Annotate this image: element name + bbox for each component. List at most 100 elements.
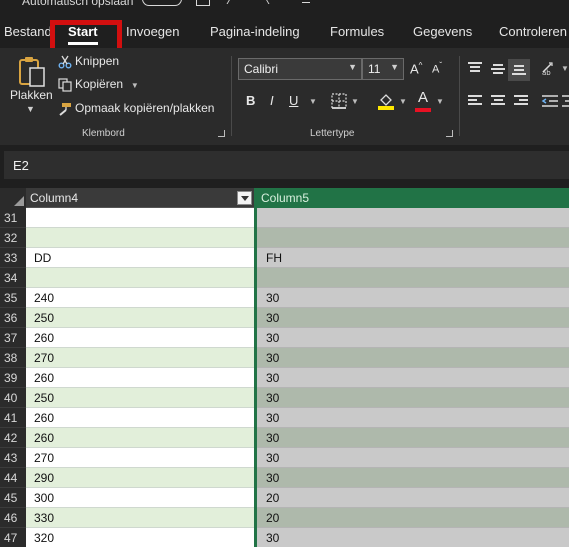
cell-column4[interactable] bbox=[26, 228, 254, 248]
row-number[interactable]: 42 bbox=[0, 428, 26, 448]
cell-column5[interactable] bbox=[257, 228, 569, 248]
row-number[interactable]: 40 bbox=[0, 388, 26, 408]
font-color-button[interactable]: A bbox=[418, 89, 428, 106]
cell-column4[interactable]: 300 bbox=[26, 488, 254, 508]
format-painter-button[interactable]: Opmaak kopiëren/plakken bbox=[58, 101, 214, 116]
clipboard-dialog-launcher-icon[interactable] bbox=[218, 130, 225, 137]
row-number[interactable]: 35 bbox=[0, 288, 26, 308]
table-row[interactable]: 41 260 30 bbox=[0, 408, 569, 428]
underline-button[interactable]: U bbox=[289, 93, 298, 108]
cell-column5[interactable]: 30 bbox=[257, 328, 569, 348]
cell-column4[interactable] bbox=[26, 268, 254, 288]
cell-column5[interactable]: 30 bbox=[257, 308, 569, 328]
autosave-toggle[interactable] bbox=[142, 0, 182, 6]
tab-formules[interactable]: Formules bbox=[330, 24, 384, 39]
table-row[interactable]: 46 330 20 bbox=[0, 508, 569, 528]
column-header-column4[interactable]: Column4 bbox=[26, 188, 254, 208]
table-row[interactable]: 33 DD FH bbox=[0, 248, 569, 268]
fill-color-icon[interactable] bbox=[377, 92, 395, 110]
table-row[interactable]: 31 bbox=[0, 208, 569, 228]
row-number[interactable]: 34 bbox=[0, 268, 26, 288]
table-row[interactable]: 44 290 30 bbox=[0, 468, 569, 488]
tab-controleren[interactable]: Controleren bbox=[499, 24, 567, 39]
redo-icon[interactable] bbox=[261, 0, 279, 4]
row-number[interactable]: 45 bbox=[0, 488, 26, 508]
row-number[interactable]: 46 bbox=[0, 508, 26, 528]
cell-column4[interactable]: 260 bbox=[26, 408, 254, 428]
cell-column4[interactable]: 270 bbox=[26, 448, 254, 468]
row-number[interactable]: 37 bbox=[0, 328, 26, 348]
cell-column4[interactable]: 270 bbox=[26, 348, 254, 368]
fill-color-dropdown-icon[interactable]: ▼ bbox=[399, 97, 407, 106]
row-number[interactable]: 41 bbox=[0, 408, 26, 428]
cell-column4[interactable]: DD bbox=[26, 248, 254, 268]
worksheet-grid[interactable]: Column4 Column5 31 32 33 DD FH 34 35 240 30 36 250… bbox=[0, 188, 569, 547]
cell-column5[interactable]: FH bbox=[257, 248, 569, 268]
copy-dropdown-icon[interactable]: ▼ bbox=[126, 81, 139, 90]
grow-font-button[interactable]: A^ bbox=[410, 61, 422, 76]
save-icon[interactable] bbox=[196, 0, 210, 6]
cell-column4[interactable]: 330 bbox=[26, 508, 254, 528]
borders-icon[interactable] bbox=[331, 93, 347, 109]
cell-column5[interactable]: 30 bbox=[257, 468, 569, 488]
cell-column4[interactable] bbox=[26, 208, 254, 228]
font-name-select[interactable]: Calibri ▼ bbox=[238, 58, 362, 80]
row-number[interactable]: 44 bbox=[0, 468, 26, 488]
table-row[interactable]: 47 320 30 bbox=[0, 528, 569, 547]
row-number[interactable]: 31 bbox=[0, 208, 26, 228]
table-row[interactable]: 34 bbox=[0, 268, 569, 288]
paste-icon[interactable] bbox=[17, 56, 47, 88]
cell-column5[interactable]: 20 bbox=[257, 508, 569, 528]
row-number[interactable]: 33 bbox=[0, 248, 26, 268]
cell-column5[interactable]: 30 bbox=[257, 348, 569, 368]
paste-dropdown-icon[interactable]: ▼ bbox=[26, 104, 35, 114]
customize-toolbar-icon[interactable] bbox=[302, 0, 310, 3]
table-row[interactable]: 37 260 30 bbox=[0, 328, 569, 348]
cell-column5[interactable]: 30 bbox=[257, 428, 569, 448]
table-row[interactable]: 32 bbox=[0, 228, 569, 248]
copy-button[interactable]: Kopiëren ▼ bbox=[58, 77, 139, 92]
cell-column5[interactable]: 30 bbox=[257, 388, 569, 408]
align-top-icon[interactable] bbox=[468, 62, 482, 74]
cut-button[interactable]: Knippen bbox=[58, 54, 119, 69]
cell-column4[interactable]: 260 bbox=[26, 368, 254, 388]
align-bottom-button[interactable] bbox=[508, 59, 530, 81]
cell-column5[interactable]: 30 bbox=[257, 368, 569, 388]
underline-dropdown-icon[interactable]: ▼ bbox=[309, 97, 317, 106]
column-header-column5[interactable]: Column5 bbox=[257, 188, 569, 208]
cell-column5[interactable]: 20 bbox=[257, 488, 569, 508]
select-all-corner[interactable] bbox=[0, 188, 26, 208]
tab-gegevens[interactable]: Gegevens bbox=[413, 24, 472, 39]
cell-column4[interactable]: 260 bbox=[26, 428, 254, 448]
row-number[interactable]: 36 bbox=[0, 308, 26, 328]
paste-button[interactable]: Plakken bbox=[10, 88, 53, 102]
table-row[interactable]: 38 270 30 bbox=[0, 348, 569, 368]
cell-column4[interactable]: 240 bbox=[26, 288, 254, 308]
cell-column4[interactable]: 260 bbox=[26, 328, 254, 348]
bold-button[interactable]: B bbox=[246, 93, 255, 108]
increase-indent-icon[interactable] bbox=[562, 94, 569, 108]
cell-column5[interactable]: 30 bbox=[257, 408, 569, 428]
cell-column5[interactable]: 30 bbox=[257, 448, 569, 468]
cell-column4[interactable]: 250 bbox=[26, 308, 254, 328]
cell-column4[interactable]: 320 bbox=[26, 528, 254, 547]
cell-column4[interactable]: 250 bbox=[26, 388, 254, 408]
align-center-icon[interactable] bbox=[491, 95, 505, 107]
tab-bestand[interactable]: Bestand bbox=[4, 24, 52, 39]
table-row[interactable]: 40 250 30 bbox=[0, 388, 569, 408]
table-row[interactable]: 45 300 20 bbox=[0, 488, 569, 508]
decrease-indent-icon[interactable] bbox=[541, 94, 559, 108]
table-row[interactable]: 35 240 30 bbox=[0, 288, 569, 308]
table-row[interactable]: 39 260 30 bbox=[0, 368, 569, 388]
cell-column5[interactable]: 30 bbox=[257, 288, 569, 308]
filter-dropdown-icon[interactable] bbox=[237, 191, 252, 205]
row-number[interactable]: 38 bbox=[0, 348, 26, 368]
font-dialog-launcher-icon[interactable] bbox=[446, 130, 453, 137]
font-size-select[interactable]: 11 ▼ bbox=[362, 58, 404, 80]
align-middle-icon[interactable] bbox=[491, 64, 505, 76]
row-number[interactable]: 43 bbox=[0, 448, 26, 468]
italic-button[interactable]: I bbox=[270, 93, 274, 108]
align-left-icon[interactable] bbox=[468, 95, 482, 107]
align-right-icon[interactable] bbox=[514, 95, 528, 107]
table-row[interactable]: 43 270 30 bbox=[0, 448, 569, 468]
